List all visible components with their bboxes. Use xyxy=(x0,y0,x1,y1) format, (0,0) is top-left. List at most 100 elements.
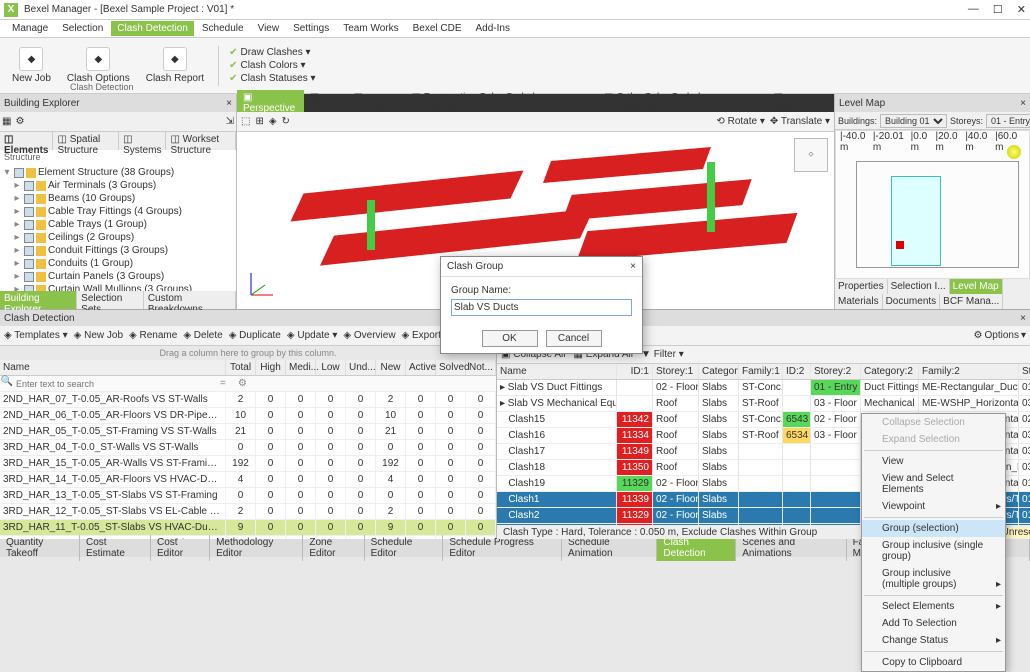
tree-item[interactable]: ▸Conduits (1 Group) xyxy=(2,257,234,270)
ctx-collapse-selection[interactable]: Collapse Selection xyxy=(862,414,1005,431)
panel-close-icon[interactable]: × xyxy=(226,98,232,109)
levelmap-tab[interactable]: BCF Mana... xyxy=(940,294,1003,309)
maximize-button[interactable]: ☐ xyxy=(993,3,1003,16)
tree-item[interactable]: ▸Curtain Panels (3 Groups) xyxy=(2,270,234,283)
bottom-tab[interactable]: Schedule Editor xyxy=(365,535,444,561)
column-header[interactable]: Low xyxy=(316,360,346,375)
bottom-tab[interactable]: Cost Estimate xyxy=(80,535,151,561)
dialog-close-icon[interactable]: × xyxy=(630,261,636,272)
ctx-viewpoint[interactable]: Viewpoint xyxy=(862,498,1005,515)
storey-select[interactable]: 01 - Entry Leve xyxy=(986,114,1030,128)
minimize-button[interactable]: — xyxy=(968,3,979,16)
menu-selection[interactable]: Selection xyxy=(56,21,109,36)
tree-root[interactable]: ▾Element Structure (38 Groups) xyxy=(2,166,234,179)
building-select[interactable]: Building 01 xyxy=(880,114,947,128)
ctx-select-elements[interactable]: Select Elements xyxy=(862,598,1005,615)
bottom-tab[interactable]: Zone Editor xyxy=(303,535,364,561)
menu-manage[interactable]: Manage xyxy=(6,21,54,36)
tree-item[interactable]: ▸Ceilings (2 Groups) xyxy=(2,231,234,244)
menu-bexel-cde[interactable]: Bexel CDE xyxy=(407,21,468,36)
group-name-input[interactable] xyxy=(451,299,632,316)
explorer-bottom-tab[interactable]: Custom Breakdowns xyxy=(144,291,236,309)
clash-job-row[interactable]: 2ND_HAR_07_T-0.05_AR-Roofs VS ST-Walls20… xyxy=(0,392,496,408)
bottom-tab[interactable]: Quantity Takeoff xyxy=(0,535,80,561)
clash-job-row[interactable]: 3RD_HAR_15_T-0.05_AR-Walls VS ST-Framing… xyxy=(0,456,496,472)
tree-item[interactable]: ▸Curtain Wall Mullions (3 Groups) xyxy=(2,283,234,291)
menu-team-works[interactable]: Team Works xyxy=(337,21,404,36)
column-header[interactable]: Name xyxy=(497,364,617,379)
ctx-expand-selection[interactable]: Expand Selection xyxy=(862,431,1005,448)
column-header[interactable]: New xyxy=(376,360,406,375)
column-header[interactable]: Active xyxy=(406,360,436,375)
tool-icon[interactable]: ◈ xyxy=(269,116,277,127)
explorer-tab[interactable]: ◫ Systems xyxy=(119,132,166,150)
toolbar-icon[interactable]: ⚙ xyxy=(15,116,24,127)
tree-item[interactable]: ▸Air Terminals (3 Groups) xyxy=(2,179,234,192)
tree-item[interactable]: ▸Conduit Fittings (3 Groups) xyxy=(2,244,234,257)
column-header[interactable]: ID:1 xyxy=(617,364,653,379)
column-header[interactable]: Category:2 xyxy=(861,364,919,379)
column-header[interactable]: Category:1 xyxy=(699,364,739,379)
new-job-button[interactable]: ◆New Job xyxy=(8,45,55,86)
panel-close-icon[interactable]: × xyxy=(1020,98,1026,109)
menu-clash-detection[interactable]: Clash Detection xyxy=(111,21,194,36)
column-header[interactable]: Total xyxy=(226,360,256,375)
menu-add-ins[interactable]: Add-Ins xyxy=(470,21,516,36)
ctx-group-selection-[interactable]: Group (selection) xyxy=(862,520,1005,537)
new-job-button[interactable]: ◈ New Job xyxy=(74,330,123,341)
clash-job-row[interactable]: 3RD_HAR_13_T-0.05_ST-Slabs VS ST-Framing… xyxy=(0,488,496,504)
ctx-copy-to-clipboard[interactable]: Copy to Clipboard xyxy=(862,654,1005,671)
tree-item[interactable]: ▸Cable Trays (1 Group) xyxy=(2,218,234,231)
toolbar-icon[interactable]: ⇲ xyxy=(226,116,234,127)
clash-report-button[interactable]: ◆Clash Report xyxy=(142,45,208,86)
column-header[interactable]: Storey:1 xyxy=(653,364,699,379)
rename-button[interactable]: ◈ Rename xyxy=(129,330,177,341)
explorer-bottom-tab[interactable]: Selection Sets xyxy=(77,291,144,309)
column-header[interactable]: Solved xyxy=(436,360,466,375)
ctx-view[interactable]: View xyxy=(862,453,1005,470)
clash-job-row[interactable]: 2ND_HAR_05_T-0.05_ST-Framing VS ST-Walls… xyxy=(0,424,496,440)
duplicate-button[interactable]: ◈ Duplicate xyxy=(229,330,281,341)
options-button[interactable]: ⚙ Options ▾ xyxy=(974,330,1026,341)
cancel-button[interactable]: Cancel xyxy=(546,330,602,347)
delete-button[interactable]: ◈ Delete xyxy=(183,330,222,341)
tool-icon[interactable]: ⊞ xyxy=(255,116,263,127)
clash-job-row[interactable]: 2ND_HAR_06_T-0.05_AR-Floors VS DR-Pipes/… xyxy=(0,408,496,424)
ctx-change-status[interactable]: Change Status xyxy=(862,632,1005,649)
column-header[interactable]: Family:2 xyxy=(919,364,1019,379)
clash-options-button[interactable]: ◆Clash Options xyxy=(63,45,134,86)
menu-settings[interactable]: Settings xyxy=(287,21,335,36)
menu-view[interactable]: View xyxy=(252,21,286,36)
ctx-add-to-selection[interactable]: Add To Selection xyxy=(862,615,1005,632)
column-header[interactable]: Name xyxy=(0,360,226,375)
toolbar-icon[interactable]: ▦ xyxy=(2,116,11,127)
tool-icon[interactable]: ⬚ xyxy=(241,116,250,127)
clash-colors-toggle[interactable]: ✔ Clash Colors ▾ xyxy=(229,60,315,71)
tree-item[interactable]: ▸Cable Tray Fittings (4 Groups) xyxy=(2,205,234,218)
menu-schedule[interactable]: Schedule xyxy=(196,21,250,36)
clash-job-row[interactable]: 3RD_HAR_11_T-0.05_ST-Slabs VS HVAC-Ducts… xyxy=(0,520,496,536)
explorer-tab[interactable]: ◫ Workset Structure xyxy=(166,132,236,150)
levelmap-tab[interactable]: Materials xyxy=(835,294,883,309)
ctx-group-inclusive-single-group-[interactable]: Group inclusive (single group) xyxy=(862,537,1005,565)
templates-button[interactable]: ◈ Templates ▾ xyxy=(4,330,68,341)
bottom-tab[interactable]: Cost Editor xyxy=(151,535,210,561)
tool-icon[interactable]: ↻ xyxy=(282,116,290,127)
clash-group-row[interactable]: ▸ Slab VS Duct Fittings02 - FloorSlabsST… xyxy=(497,380,1030,396)
filter-button[interactable]: ▼ Filter ▾ xyxy=(641,349,684,360)
levelmap-tab[interactable]: Documents xyxy=(883,294,941,309)
column-header[interactable]: Medi... xyxy=(286,360,316,375)
column-header[interactable]: High xyxy=(256,360,286,375)
column-header[interactable]: Storey xyxy=(1019,364,1030,379)
ctx-view-and-select-elements[interactable]: View and Select Elements xyxy=(862,470,1005,498)
clash-group-row[interactable]: ▸ Slab VS Mechanical EquipmentRoofSlabsS… xyxy=(497,396,1030,412)
filter-equals-icon[interactable]: = xyxy=(214,376,232,391)
column-header[interactable]: Not... xyxy=(466,360,496,375)
levelmap-tab[interactable]: Properties xyxy=(835,279,888,294)
filter-gear-icon[interactable]: ⚙ xyxy=(232,376,253,391)
explorer-tab[interactable]: ◫ Spatial Structure xyxy=(53,132,119,150)
overview-button[interactable]: ◈ Overview xyxy=(343,330,395,341)
clash-job-row[interactable]: 3RD_HAR_04_T-0.0_ST-Walls VS ST-Walls000… xyxy=(0,440,496,456)
bottom-tab[interactable]: Methodology Editor xyxy=(210,535,303,561)
clash-job-row[interactable]: 3RD_HAR_12_T-0.05_ST-Slabs VS EL-Cable t… xyxy=(0,504,496,520)
